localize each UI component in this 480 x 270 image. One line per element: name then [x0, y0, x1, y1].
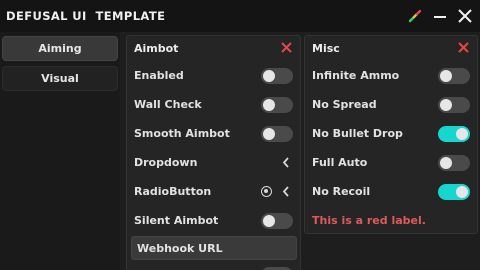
chevron-left-icon[interactable]: [282, 186, 290, 197]
row-label: Full Auto: [312, 156, 368, 169]
row-label: No Recoil: [312, 185, 371, 198]
row-label: Wall Check: [134, 98, 202, 111]
window-title: DEFUSAL UI TEMPLATE: [6, 9, 166, 23]
toggle-knob: [440, 157, 452, 169]
smooth-aimbot-toggle[interactable]: [261, 126, 293, 142]
minimize-icon: [434, 16, 446, 18]
row-label: No Spread: [312, 98, 377, 111]
panel-header: Misc: [305, 36, 477, 60]
enabled-toggle[interactable]: [261, 68, 293, 84]
no-bullet-drop-toggle[interactable]: [438, 126, 470, 142]
close-icon[interactable]: [281, 42, 292, 53]
dropdown-row[interactable]: Dropdown: [127, 149, 300, 177]
infinite-ammo-toggle-row[interactable]: Infinite Ammo: [305, 62, 477, 90]
tab-visual[interactable]: Visual: [2, 66, 118, 91]
toggle-knob: [440, 99, 452, 111]
panel-header: Aimbot: [127, 36, 300, 60]
tab-aiming[interactable]: Aiming: [2, 36, 118, 61]
row-label: Silent Aimbot: [134, 214, 219, 227]
chevron-left-icon[interactable]: [282, 157, 290, 168]
sidebar: Aiming Visual: [0, 32, 120, 270]
enabled-toggle-row[interactable]: Enabled: [127, 62, 300, 90]
pen-color-icon: [408, 9, 422, 23]
row-label: Enabled: [134, 69, 184, 82]
no-recoil-toggle[interactable]: [438, 184, 470, 200]
close-icon[interactable]: [458, 42, 469, 53]
smooth-aimbot-toggle-row[interactable]: Smooth Aimbot: [127, 120, 300, 148]
row-label: Smooth Aimbot: [134, 127, 230, 140]
tab-label: Visual: [41, 72, 79, 85]
toggle-knob: [263, 70, 275, 82]
toggle-knob: [263, 215, 275, 227]
wall-check-toggle-row[interactable]: Wall Check: [127, 91, 300, 119]
aimbot-panel: Aimbot Enabled Wall Check Smooth Aimbot …: [126, 35, 301, 270]
close-button[interactable]: [455, 6, 475, 26]
infinite-ammo-toggle[interactable]: [438, 68, 470, 84]
panel-title: Aimbot: [134, 42, 179, 55]
full-auto-toggle-row[interactable]: Full Auto: [305, 149, 477, 177]
misc-panel: Misc Infinite Ammo No Spread No Bullet D…: [304, 35, 478, 234]
radio-icon[interactable]: [261, 186, 272, 197]
toggle-knob: [456, 186, 468, 198]
toggle-knob: [440, 70, 452, 82]
no-spread-toggle[interactable]: [438, 97, 470, 113]
silent-aimbot-toggle[interactable]: [261, 213, 293, 229]
row-label: RadioButton: [134, 185, 212, 198]
no-bullet-drop-toggle-row[interactable]: No Bullet Drop: [305, 120, 477, 148]
toggle-knob: [456, 128, 468, 140]
color-picker-button[interactable]: [405, 6, 425, 26]
tab-label: Aiming: [38, 42, 82, 55]
silent-aimbot-toggle-row[interactable]: Silent Aimbot: [127, 207, 300, 235]
title-bar: DEFUSAL UI TEMPLATE: [0, 0, 480, 32]
panel-title: Misc: [312, 42, 340, 55]
red-label: This is a red label.: [312, 214, 426, 227]
no-recoil-toggle-row[interactable]: No Recoil: [305, 178, 477, 206]
full-auto-toggle[interactable]: [438, 155, 470, 171]
minimize-button[interactable]: [430, 6, 450, 26]
row-label: No Bullet Drop: [312, 127, 403, 140]
toggle-knob: [263, 99, 275, 111]
radio-button-row[interactable]: RadioButton: [127, 178, 300, 206]
toggle-knob: [263, 128, 275, 140]
row-label: Infinite Ammo: [312, 69, 400, 82]
wall-check-toggle[interactable]: [261, 97, 293, 113]
textbox-value: Webhook URL: [137, 241, 223, 255]
close-icon: [458, 9, 472, 23]
row-label: Dropdown: [134, 156, 198, 169]
no-spread-toggle-row[interactable]: No Spread: [305, 91, 477, 119]
webhook-url-input[interactable]: Webhook URL: [131, 236, 297, 260]
